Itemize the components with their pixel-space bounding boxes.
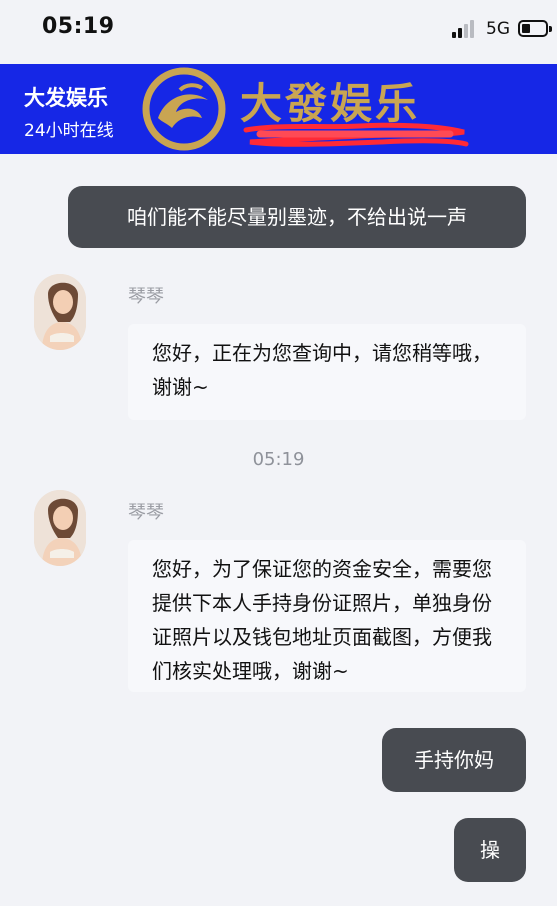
message-text: 手持你妈 xyxy=(414,748,494,772)
status-time: 05:19 xyxy=(42,14,115,39)
avatar-image xyxy=(34,490,86,566)
agent-avatar[interactable] xyxy=(34,274,86,350)
avatar-image xyxy=(34,274,86,350)
brand-logo-icon xyxy=(142,67,226,151)
incoming-message[interactable]: 您好，为了保证您的资金安全，需要您提供下本人手持身份证照片，单独身份证照片以及钱… xyxy=(128,540,526,692)
message-text: 咱们能不能尽量别墨迹，不给出说一声 xyxy=(127,205,467,229)
header-subtitle: 24小时在线 xyxy=(24,121,114,141)
outgoing-message[interactable]: 咱们能不能尽量别墨迹，不给出说一声 xyxy=(68,186,526,248)
message-timestamp: 05:19 xyxy=(252,449,305,470)
status-bar: 05:19 5G xyxy=(0,0,557,62)
message-text: 操 xyxy=(480,838,500,862)
message-text: 您好，正在为您查询中，请您稍等哦，谢谢~ xyxy=(152,341,492,399)
outgoing-message[interactable]: 操 xyxy=(454,818,526,882)
redaction-scribble xyxy=(243,122,469,147)
agent-name: 琴琴 xyxy=(128,502,164,523)
outgoing-message[interactable]: 手持你妈 xyxy=(382,728,526,792)
signal-icon xyxy=(452,20,478,38)
agent-avatar[interactable] xyxy=(34,490,86,566)
message-text: 您好，为了保证您的资金安全，需要您提供下本人手持身份证照片，单独身份证照片以及钱… xyxy=(152,557,492,683)
header-title: 大发娱乐 xyxy=(24,86,108,110)
chat-header: 大发娱乐 24小时在线 大發娱乐 xyxy=(0,64,557,154)
battery-icon xyxy=(518,20,552,37)
agent-name: 琴琴 xyxy=(128,286,164,307)
network-label: 5G xyxy=(486,19,510,39)
incoming-message[interactable]: 您好，正在为您查询中，请您稍等哦，谢谢~ xyxy=(128,324,526,420)
